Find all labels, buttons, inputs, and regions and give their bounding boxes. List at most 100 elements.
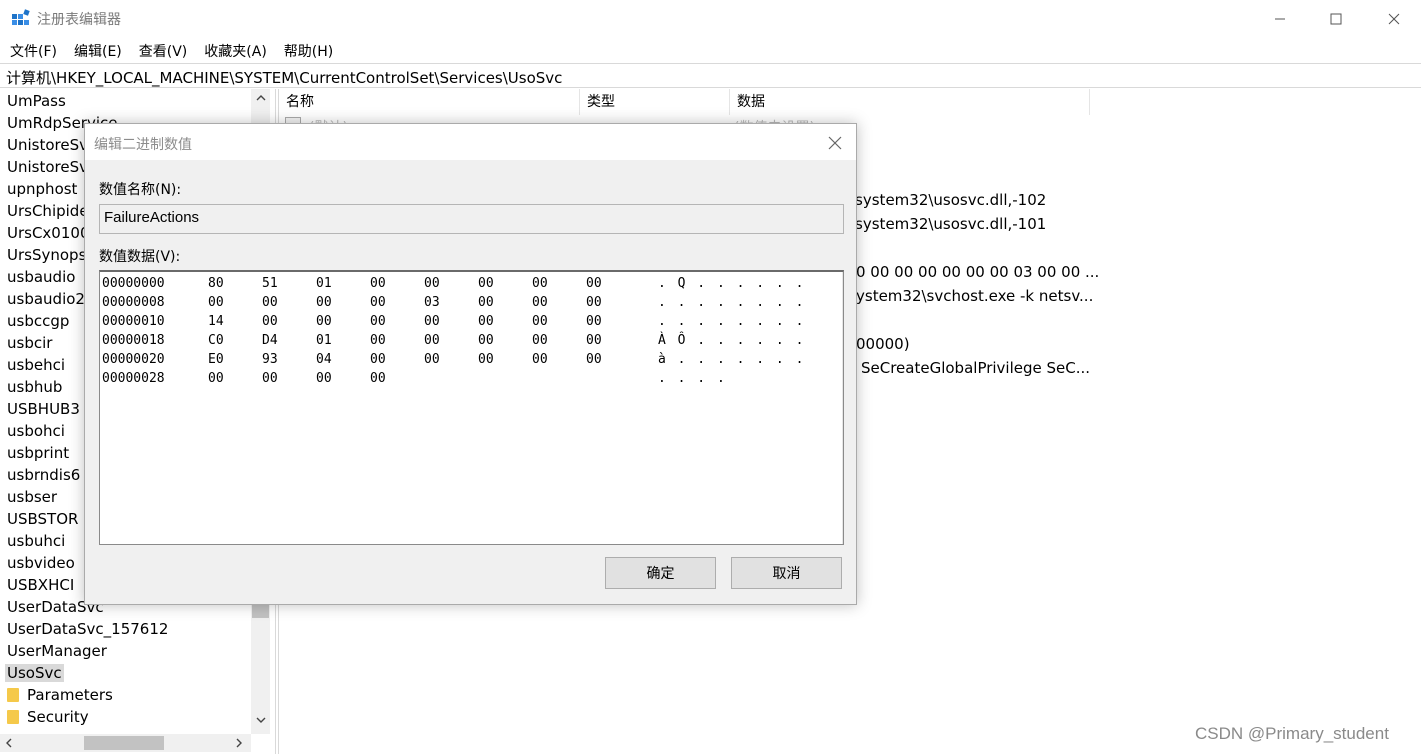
- hex-byte[interactable]: 00: [532, 350, 548, 369]
- hex-byte[interactable]: 00: [532, 274, 548, 293]
- hex-byte[interactable]: 00: [586, 312, 602, 331]
- tree-item-child[interactable]: Security: [0, 706, 250, 728]
- value-data-fragment: SeCreateGlobalPrivilege SeC...: [861, 359, 1091, 377]
- hex-byte[interactable]: E0: [208, 350, 224, 369]
- edit-binary-dialog: 编辑二进制数值 数值名称(N): FailureActions 数值数据(V):…: [84, 123, 857, 605]
- hex-byte[interactable]: 00: [586, 274, 602, 293]
- column-header-data[interactable]: 数据: [730, 89, 1090, 115]
- hex-byte[interactable]: 04: [316, 350, 332, 369]
- hex-offset: 00000010: [102, 314, 165, 329]
- address-bar[interactable]: 计算机\HKEY_LOCAL_MACHINE\SYSTEM\CurrentCon…: [0, 63, 1421, 88]
- tree-item-label: usbprint: [7, 444, 70, 462]
- menu-help[interactable]: 帮助(H): [274, 38, 340, 62]
- watermark: CSDN @Primary_student: [1195, 724, 1389, 743]
- hex-byte[interactable]: 00: [370, 312, 386, 331]
- hex-byte[interactable]: 00: [370, 369, 386, 388]
- dialog-title-bar: 编辑二进制数值: [85, 124, 856, 160]
- tree-item-child[interactable]: Parameters: [0, 684, 250, 706]
- menu-view[interactable]: 查看(V): [129, 38, 195, 62]
- hex-byte[interactable]: 00: [586, 331, 602, 350]
- hex-byte[interactable]: 00: [316, 293, 332, 312]
- tree-item-label: usbaudio: [7, 268, 76, 286]
- hex-byte[interactable]: 00: [532, 293, 548, 312]
- hex-byte[interactable]: 00: [424, 331, 440, 350]
- tree-item[interactable]: UserManager: [0, 640, 250, 662]
- hex-byte[interactable]: 00: [586, 350, 602, 369]
- tree-item-label: UnistoreSvc: [7, 158, 97, 176]
- hex-byte[interactable]: 00: [370, 331, 386, 350]
- hex-byte[interactable]: 00: [262, 312, 278, 331]
- dialog-title: 编辑二进制数值: [94, 137, 192, 153]
- hscroll-thumb[interactable]: [84, 736, 164, 750]
- hex-ascii: à . . . . . . .: [658, 352, 806, 367]
- tree-item-label: usbrndis6: [7, 466, 81, 484]
- hex-row: 00000010 14 00 00 00 00 00 00 00 . . . . . . . .: [100, 312, 840, 331]
- hex-byte[interactable]: 00: [208, 369, 224, 388]
- scroll-down-button[interactable]: [251, 711, 270, 728]
- hex-byte[interactable]: 00: [478, 274, 494, 293]
- hex-byte[interactable]: D4: [262, 331, 278, 350]
- dialog-close-button[interactable]: [821, 131, 849, 155]
- hex-byte[interactable]: 00: [532, 312, 548, 331]
- hex-editor[interactable]: 00000000 80 51 01 00 00 00 00 00. Q . . . . . .0…: [99, 270, 844, 545]
- window-title: 注册表编辑器: [37, 12, 121, 28]
- tree-item-label: usbohci: [7, 422, 65, 440]
- tree-item[interactable]: UsoSvc: [0, 662, 250, 684]
- tree-item-label: UnistoreSvc: [7, 136, 97, 154]
- close-button[interactable]: [1371, 0, 1417, 37]
- hex-byte[interactable]: 80: [208, 274, 224, 293]
- hex-byte[interactable]: 00: [262, 369, 278, 388]
- hex-byte[interactable]: 03: [424, 293, 440, 312]
- column-header-type[interactable]: 类型: [580, 89, 730, 115]
- hex-byte[interactable]: 00: [478, 331, 494, 350]
- hex-byte[interactable]: C0: [208, 331, 224, 350]
- hex-byte[interactable]: 00: [478, 350, 494, 369]
- hex-byte[interactable]: 51: [262, 274, 278, 293]
- hex-byte[interactable]: 00: [424, 350, 440, 369]
- hex-byte[interactable]: 01: [316, 274, 332, 293]
- menu-file[interactable]: 文件(F): [0, 38, 64, 62]
- value-name-field[interactable]: FailureActions: [99, 204, 844, 234]
- tree-item-label: UrsChipidei: [7, 202, 93, 220]
- hex-byte[interactable]: 00: [370, 293, 386, 312]
- tree-item[interactable]: UserDataSvc_157612: [0, 618, 250, 640]
- hex-byte[interactable]: 00: [424, 274, 440, 293]
- hex-byte[interactable]: 00: [478, 293, 494, 312]
- hex-offset: 00000028: [102, 371, 165, 386]
- hex-row: 00000020 E0 93 04 00 00 00 00 00 à . . . . . . .: [100, 350, 840, 369]
- hex-byte[interactable]: 00: [586, 293, 602, 312]
- hex-editor-edge: [842, 272, 843, 544]
- registry-editor-icon: [12, 9, 30, 25]
- hex-byte[interactable]: 00: [262, 293, 278, 312]
- hex-byte[interactable]: 00: [316, 369, 332, 388]
- tree-item-label: Security: [27, 708, 89, 726]
- scroll-right-button[interactable]: [230, 734, 247, 752]
- tree-horizontal-scrollbar[interactable]: [0, 734, 251, 752]
- folder-icon: [7, 710, 19, 724]
- scroll-left-button[interactable]: [0, 734, 17, 752]
- menu-favorites[interactable]: 收藏夹(A): [194, 38, 274, 62]
- hex-byte[interactable]: 00: [208, 293, 224, 312]
- hex-byte[interactable]: 00: [478, 312, 494, 331]
- hex-byte[interactable]: 00: [424, 312, 440, 331]
- maximize-button[interactable]: [1313, 0, 1359, 37]
- hex-byte[interactable]: 00: [370, 274, 386, 293]
- menu-edit[interactable]: 编辑(E): [64, 38, 129, 62]
- value-data-fragment: \system32\usosvc.dll,-101: [850, 215, 1047, 233]
- cancel-button[interactable]: 取消: [731, 557, 842, 589]
- ok-button[interactable]: 确定: [605, 557, 716, 589]
- hex-byte[interactable]: 00: [316, 312, 332, 331]
- hex-byte[interactable]: 01: [316, 331, 332, 350]
- tree-item-label: usbcir: [7, 334, 53, 352]
- hex-byte[interactable]: 00: [532, 331, 548, 350]
- hex-byte[interactable]: 00: [370, 350, 386, 369]
- value-data-fragment: 0 00 00 00 00 00 00 03 00 00 ...: [856, 263, 1100, 281]
- tree-item-label: usbvideo: [7, 554, 75, 572]
- minimize-icon: [1275, 18, 1285, 19]
- hex-byte[interactable]: 93: [262, 350, 278, 369]
- column-header-name[interactable]: 名称: [279, 89, 580, 115]
- scroll-up-button[interactable]: [251, 89, 270, 106]
- minimize-button[interactable]: [1257, 0, 1303, 37]
- tree-item[interactable]: UmPass: [0, 90, 250, 112]
- hex-byte[interactable]: 14: [208, 312, 224, 331]
